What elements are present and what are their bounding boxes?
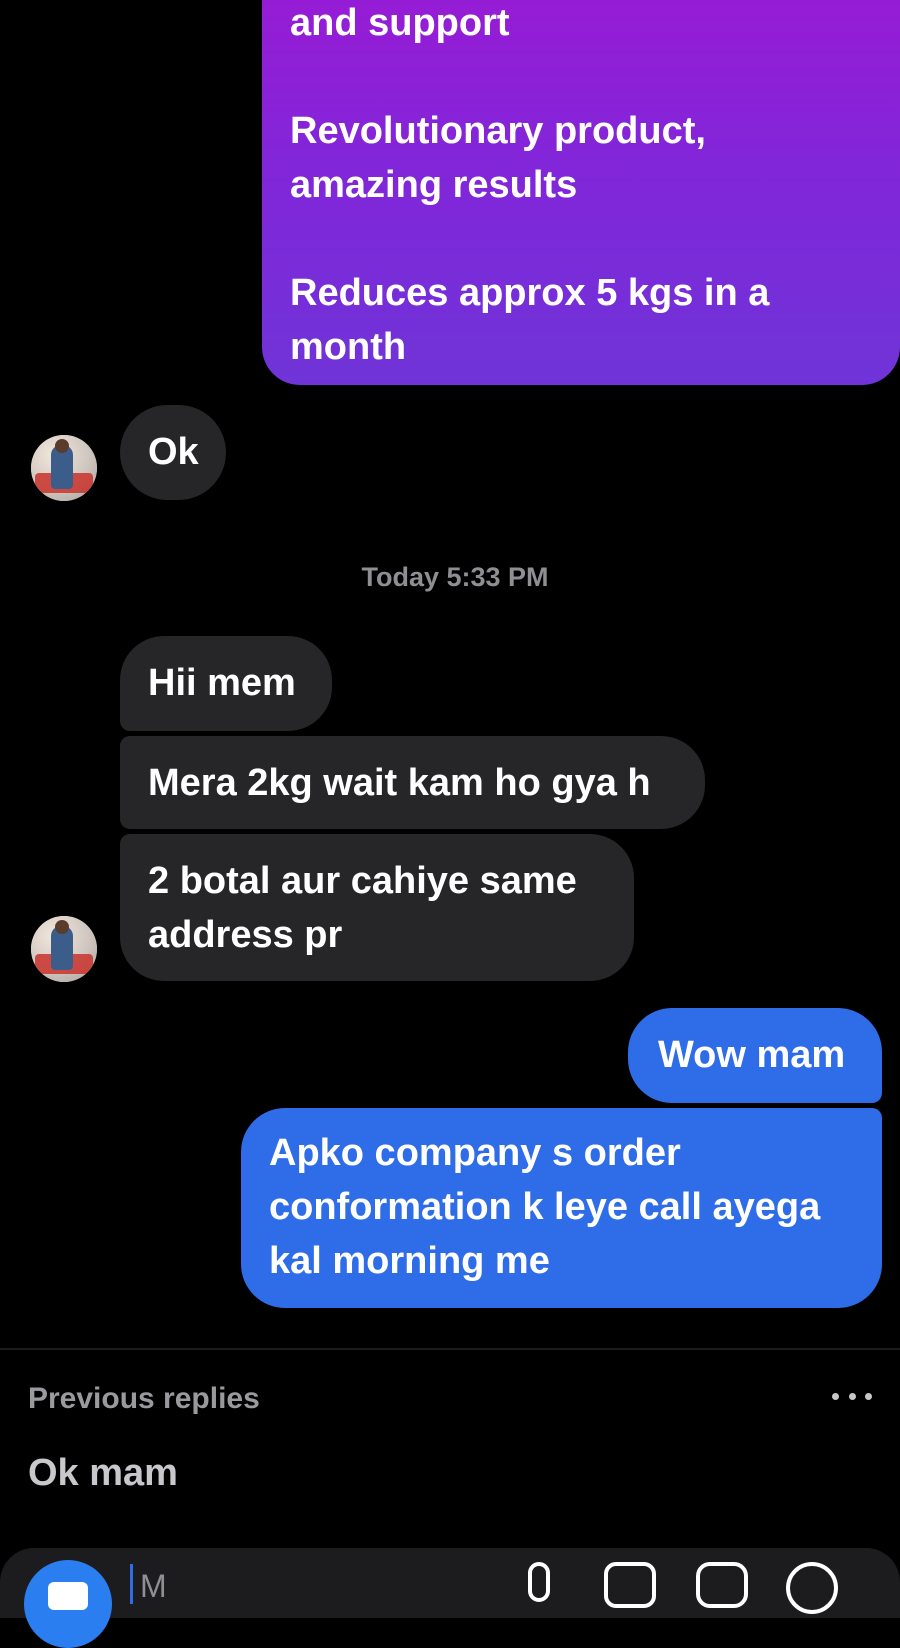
previous-replies-label: Previous replies	[28, 1382, 260, 1415]
saved-reply-item[interactable]: Ok mam	[28, 1452, 178, 1495]
microphone-icon[interactable]	[528, 1562, 550, 1602]
text-cursor	[130, 1564, 133, 1604]
incoming-message-3[interactable]: 2 botal aur cahiye same address pr	[120, 834, 634, 981]
sticker-icon[interactable]	[696, 1562, 748, 1608]
more-options-icon[interactable]	[832, 1390, 872, 1402]
message-timestamp: Today 5:33 PM	[361, 562, 549, 592]
divider	[0, 1348, 900, 1350]
message-input[interactable]	[140, 1566, 500, 1606]
message-composer	[0, 1548, 900, 1648]
incoming-message-1[interactable]: Hii mem	[120, 636, 332, 731]
contact-avatar[interactable]	[31, 916, 97, 982]
gallery-icon[interactable]	[604, 1562, 656, 1608]
contact-avatar[interactable]	[31, 435, 97, 501]
outgoing-message-2[interactable]: Apko company s order conformation k leye…	[241, 1108, 882, 1308]
message-thread: and support Revolutionary product, amazi…	[0, 0, 900, 1348]
plus-icon[interactable]	[786, 1562, 838, 1614]
camera-button[interactable]	[24, 1560, 112, 1648]
outgoing-message-1[interactable]: Wow mam	[628, 1008, 882, 1103]
camera-icon	[48, 1582, 88, 1610]
outgoing-promo-message[interactable]: and support Revolutionary product, amazi…	[262, 0, 900, 385]
incoming-message-ok[interactable]: Ok	[120, 405, 226, 500]
incoming-message-2[interactable]: Mera 2kg wait kam ho gya h	[120, 736, 705, 829]
